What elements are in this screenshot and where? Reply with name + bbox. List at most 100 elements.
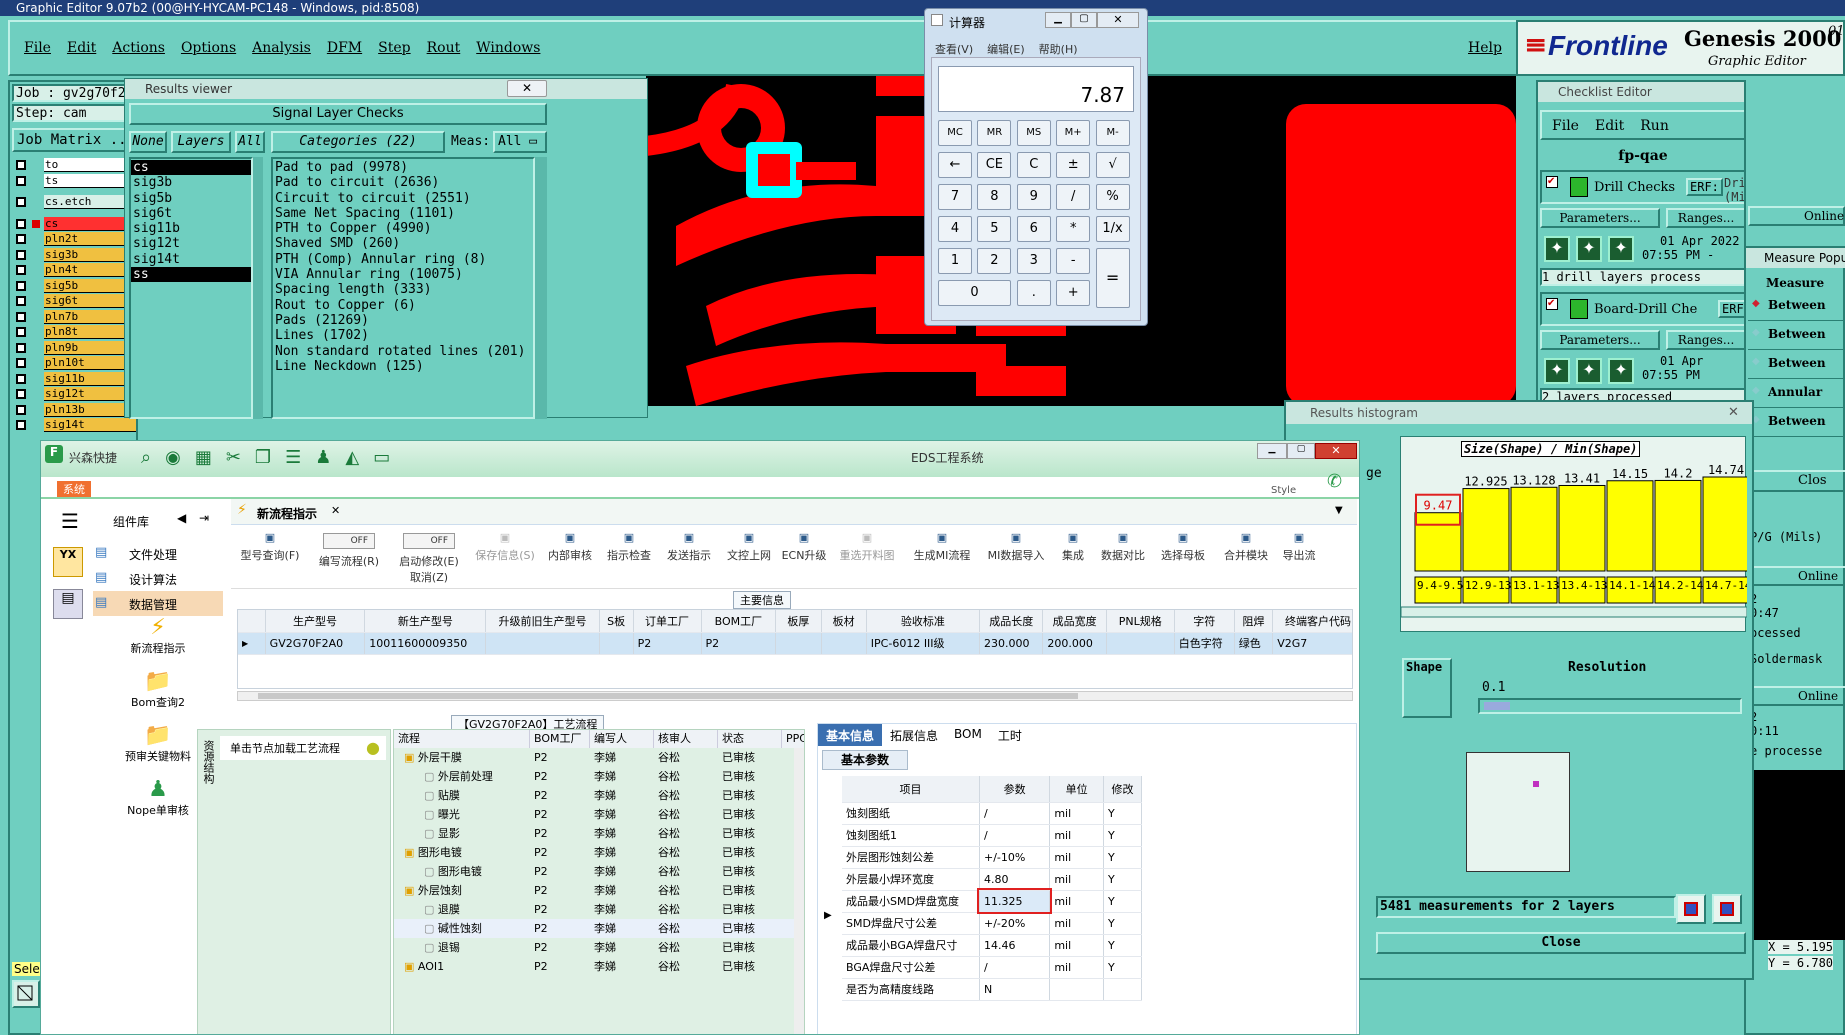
calc-key[interactable]: ← xyxy=(938,152,972,178)
layer-name[interactable]: pln4t xyxy=(44,263,136,277)
histo-close-icon[interactable]: ✕ xyxy=(1728,402,1739,424)
toolbar-button[interactable]: ▣ 保存信息(S) xyxy=(469,527,541,589)
flow-row[interactable]: ▢ 曝光 P2 李娣 谷松 已审核 xyxy=(394,805,794,824)
menu-dfm[interactable]: DFM xyxy=(327,40,362,56)
category-item[interactable]: Same Net Spacing (1101) xyxy=(273,206,533,221)
flow-node[interactable]: ▢ 图形电镀 xyxy=(394,862,530,881)
flow-node[interactable]: ▣ 外层蚀刻 xyxy=(394,881,530,900)
calc-close-icon[interactable]: ✕ xyxy=(1097,12,1139,28)
layer-row[interactable]: to xyxy=(12,158,138,174)
layer-checkbox[interactable] xyxy=(16,218,26,229)
toolbar-button[interactable]: ▣ 生成MI流程 xyxy=(905,527,979,589)
histo-icon-1[interactable] xyxy=(1676,894,1706,924)
grid-col-header[interactable]: 订单工厂 xyxy=(633,610,702,633)
layer-checkbox[interactable] xyxy=(16,327,26,337)
categories-button[interactable]: Categories (22) xyxy=(271,131,445,153)
param-col-header[interactable]: 单位 xyxy=(1049,776,1104,803)
grid-cell[interactable] xyxy=(599,632,634,655)
calc-key[interactable]: MR xyxy=(977,120,1012,146)
sidebar-item[interactable]: ▤ 文件处理 xyxy=(93,541,223,566)
shape-button[interactable]: Shape xyxy=(1402,658,1452,718)
flow-col-header[interactable]: 流程 xyxy=(394,730,530,748)
erf-label-2[interactable]: ERF xyxy=(1718,300,1744,318)
flow-row[interactable]: ▣ AOI1 P2 李娣 谷松 已审核 xyxy=(394,957,794,976)
layer-list-item[interactable]: sig14t xyxy=(131,252,251,267)
toggle-switch[interactable]: OFF xyxy=(323,533,375,549)
category-item[interactable]: Circuit to circuit (2551) xyxy=(273,191,533,206)
category-item[interactable]: Lines (1702) xyxy=(273,328,533,343)
toolbar-button[interactable]: ▣ ECN升级 xyxy=(779,527,829,589)
run-icon[interactable]: ✦ xyxy=(1544,236,1570,262)
layer-checkbox[interactable] xyxy=(16,342,26,353)
calc-menu-item[interactable]: 编辑(E) xyxy=(987,41,1025,57)
histo-bar[interactable] xyxy=(1558,484,1606,572)
histo-bar[interactable] xyxy=(1414,512,1462,572)
globe-icon[interactable]: ◉ xyxy=(165,447,181,468)
menu-edit[interactable]: Edit xyxy=(1595,118,1624,138)
layer-name[interactable]: sig11b xyxy=(44,371,136,386)
layer-checkbox[interactable] xyxy=(16,280,26,291)
flow-node[interactable]: ▢ 退锡 xyxy=(394,938,530,957)
layer-list-item[interactable]: sig11b xyxy=(131,221,251,236)
flow-node[interactable]: ▣ AOI1 xyxy=(394,957,530,976)
layer-row[interactable]: sig6t xyxy=(12,294,138,310)
toolbar-button[interactable]: ▣ MI数据导入 xyxy=(979,527,1053,589)
flow-node[interactable]: ▢ 外层前处理 xyxy=(394,767,530,786)
toolbar-button[interactable]: ▣ 型号查询(F) xyxy=(231,527,309,589)
calc-key[interactable]: M- xyxy=(1095,120,1130,146)
flow-node[interactable]: ▢ 显影 xyxy=(394,824,530,843)
flow-col-header[interactable]: 核审人 xyxy=(654,730,718,748)
grid-col-header[interactable]: PNL规格 xyxy=(1106,610,1175,633)
flow-row[interactable]: ▣ 外层干膜 P2 李娣 谷松 已审核 xyxy=(394,748,794,767)
chevron-left-icon[interactable]: ◀ xyxy=(177,511,186,525)
menu-windows[interactable]: Windows xyxy=(476,40,540,56)
window-icon[interactable]: ▭ xyxy=(373,447,390,468)
grid-col-header[interactable]: 板材 xyxy=(821,610,867,633)
app-icon-calc[interactable]: ▤ xyxy=(53,589,83,619)
grid-cell[interactable]: P2 xyxy=(633,632,702,655)
layer-checkbox[interactable] xyxy=(16,296,26,306)
grid-col-header[interactable]: 升级前旧生产型号 xyxy=(485,610,600,633)
grid-col-header[interactable]: BOM工厂 xyxy=(701,610,777,633)
histo-scrollbar[interactable] xyxy=(1401,606,1747,618)
sidebar-launcher[interactable]: ⚡ 新流程指示 xyxy=(93,615,223,669)
calc-key[interactable]: MC xyxy=(938,120,972,146)
layer-row[interactable]: sig12t xyxy=(12,387,138,403)
calc-key[interactable]: 0 xyxy=(938,280,1011,306)
layer-row[interactable]: pln10t xyxy=(12,356,138,372)
calc-key[interactable]: 8 xyxy=(977,184,1012,210)
layer-row[interactable]: cs xyxy=(12,216,138,233)
calc-key[interactable]: - xyxy=(1056,248,1091,274)
grid-col-header[interactable]: 新生产型号 xyxy=(364,610,487,633)
param-cell[interactable]: N xyxy=(979,978,1051,1001)
menu-actions[interactable]: Actions xyxy=(112,40,165,56)
tab-close-icon[interactable]: ✕ xyxy=(331,504,340,517)
category-item[interactable]: Non standard rotated lines (201) xyxy=(273,344,533,359)
tool-icon[interactable] xyxy=(12,980,40,1008)
menu-help[interactable]: Help xyxy=(1468,40,1502,56)
layer-name[interactable]: cs.etch xyxy=(44,195,136,209)
layer-row[interactable]: pln7b xyxy=(12,309,138,326)
online-button-3[interactable]: Online xyxy=(1748,686,1845,706)
menu-icon[interactable]: ☰ xyxy=(61,509,79,533)
flow-col-header[interactable]: 编写人 xyxy=(590,730,654,748)
sys-tab[interactable]: 系统 xyxy=(57,481,91,497)
cancel-label[interactable]: 取消(Z) xyxy=(389,569,469,585)
grid-col-header[interactable]: 板厚 xyxy=(775,610,822,633)
chart-icon[interactable]: ◭ xyxy=(345,447,359,468)
param-col-header[interactable]: 项目 xyxy=(842,776,980,803)
app-icon-yx[interactable]: YX xyxy=(53,547,83,577)
flow-row[interactable]: ▢ 退膜 P2 李娣 谷松 已审核 xyxy=(394,900,794,919)
layer-name[interactable]: ts xyxy=(44,173,136,188)
calc-key[interactable]: 6 xyxy=(1016,216,1051,242)
close-icon[interactable]: ✕ xyxy=(507,80,547,97)
grid-col-header[interactable]: 字符 xyxy=(1174,610,1235,633)
calc-key[interactable]: ± xyxy=(1056,152,1091,178)
layer-name[interactable]: sig14t xyxy=(44,418,136,432)
eds-maximize-icon[interactable]: ▢ xyxy=(1287,443,1315,459)
scissors-icon[interactable]: ✂ xyxy=(226,447,241,468)
category-item[interactable]: Line Neckdown (125) xyxy=(273,359,533,374)
flow-row[interactable]: ▢ 外层前处理 P2 李娣 谷松 已审核 xyxy=(394,767,794,786)
layer-checkbox[interactable] xyxy=(16,197,26,207)
info-tab[interactable]: BOM xyxy=(946,724,990,746)
